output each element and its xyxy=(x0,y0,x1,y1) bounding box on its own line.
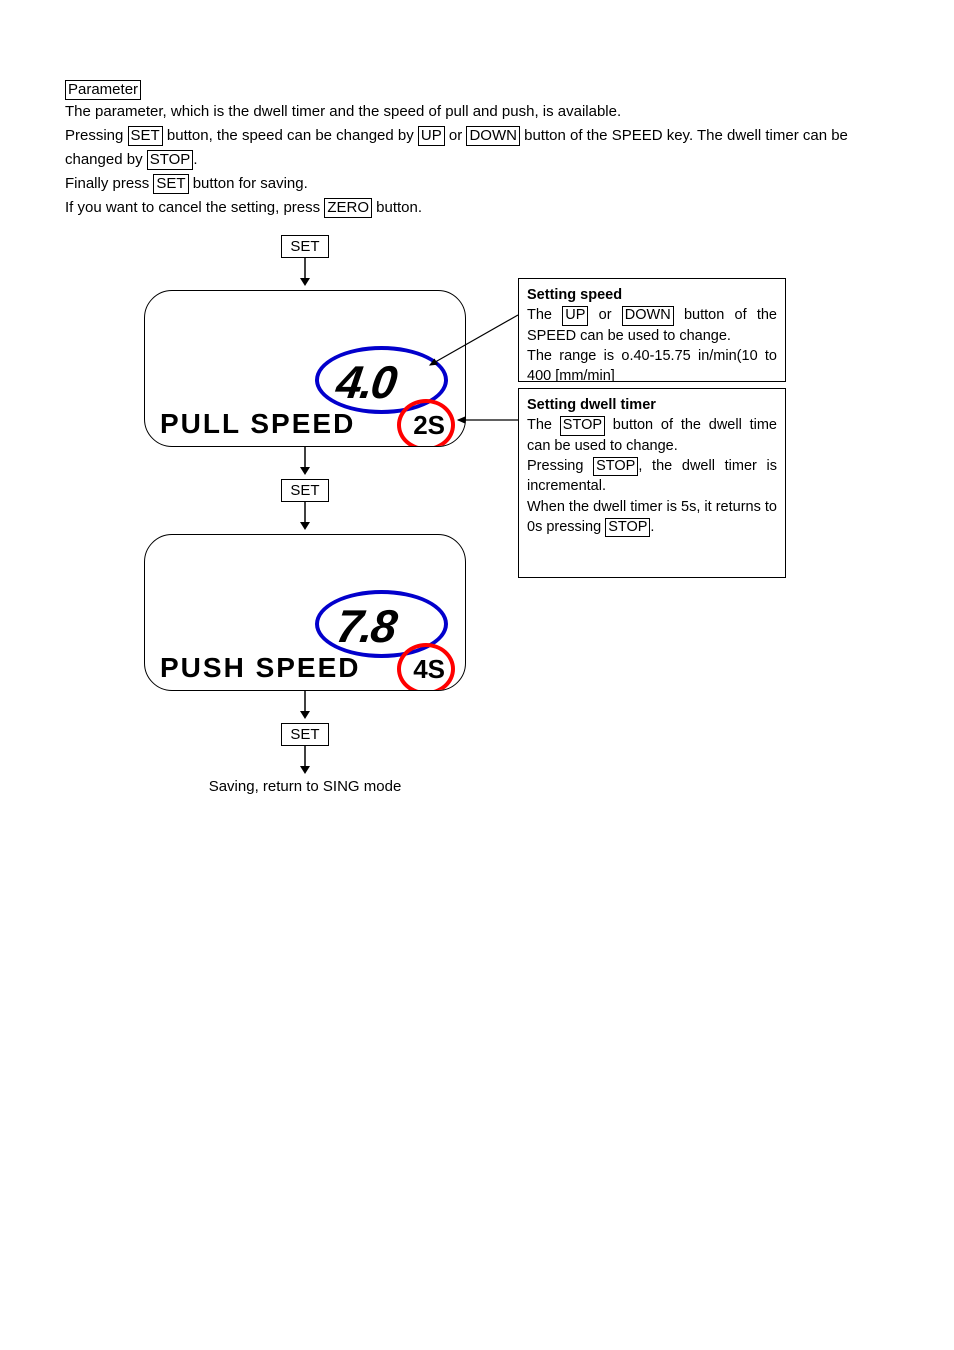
s-dwell-l2a: Pressing xyxy=(527,458,593,474)
setting-speed-box: Setting speed The UP or DOWN button of t… xyxy=(518,278,786,382)
save-line-b: button for saving. xyxy=(189,175,308,192)
press-line-a: Pressing xyxy=(65,127,128,144)
lcd-pull-speed: 4.0 xyxy=(334,359,398,405)
setting-speed-title: Setting speed xyxy=(527,287,622,303)
stop-key: STOP xyxy=(560,416,605,435)
up-key: UP xyxy=(418,126,445,146)
press-line-c: or xyxy=(445,127,467,144)
press-line-b: button, the speed can be changed by xyxy=(163,127,418,144)
s-speed-l1a: The xyxy=(527,307,562,323)
cancel-line-a: If you want to cancel the setting, press xyxy=(65,199,324,216)
arrow-down-icon xyxy=(295,502,315,530)
zero-key: ZERO xyxy=(324,198,372,218)
intro-paragraph: The parameter, which is the dwell timer … xyxy=(65,100,889,220)
lcd-pull: 4.0 PULL SPEED 2S xyxy=(144,290,466,447)
set-key: SET xyxy=(128,126,163,146)
stop-key: STOP xyxy=(593,457,638,476)
up-key: UP xyxy=(562,306,588,325)
stop-key: STOP xyxy=(147,150,194,170)
lcd-push-dwell: 4S xyxy=(413,656,445,682)
lcd-push-speed: 7.8 xyxy=(334,603,398,649)
arrow-down-icon xyxy=(295,746,315,774)
s-dwell-l1a: The xyxy=(527,417,560,433)
save-line-a: Finally press xyxy=(65,175,153,192)
cancel-line-b: button. xyxy=(372,199,422,216)
stop-key: STOP xyxy=(605,518,650,537)
lcd-pull-dwell: 2S xyxy=(413,412,445,438)
lcd-pull-label: PULL SPEED xyxy=(160,410,355,438)
flow-column: SET 4.0 PULL SPEED 2S SET 7.8 PUSH SPEED… xyxy=(105,235,505,795)
set-key-2: SET xyxy=(153,174,188,194)
arrow-down-icon xyxy=(295,447,315,475)
flow-set-3: SET xyxy=(281,723,328,746)
arrow-down-icon xyxy=(295,691,315,719)
down-key: DOWN xyxy=(622,306,674,325)
flow-set-1: SET xyxy=(281,235,328,258)
s-dwell-l3b: . xyxy=(650,519,654,535)
setting-dwell-box: Setting dwell timer The STOP button of t… xyxy=(518,388,786,578)
lcd-push-label: PUSH SPEED xyxy=(160,654,361,682)
press-line-e: . xyxy=(193,151,197,168)
flow-footer: Saving, return to SING mode xyxy=(105,778,505,795)
section-heading: Parameter xyxy=(65,80,889,100)
lcd-push: 7.8 PUSH SPEED 4S xyxy=(144,534,466,691)
setting-dwell-title: Setting dwell timer xyxy=(527,397,656,413)
flow-set-2: SET xyxy=(281,479,328,502)
arrow-down-icon xyxy=(295,258,315,286)
s-speed-l2: The range is o.40-15.75 in/min(10 to 400… xyxy=(527,348,777,382)
s-speed-l1b: or xyxy=(588,307,621,323)
intro-line: The parameter, which is the dwell timer … xyxy=(65,103,621,120)
down-key: DOWN xyxy=(466,126,520,146)
